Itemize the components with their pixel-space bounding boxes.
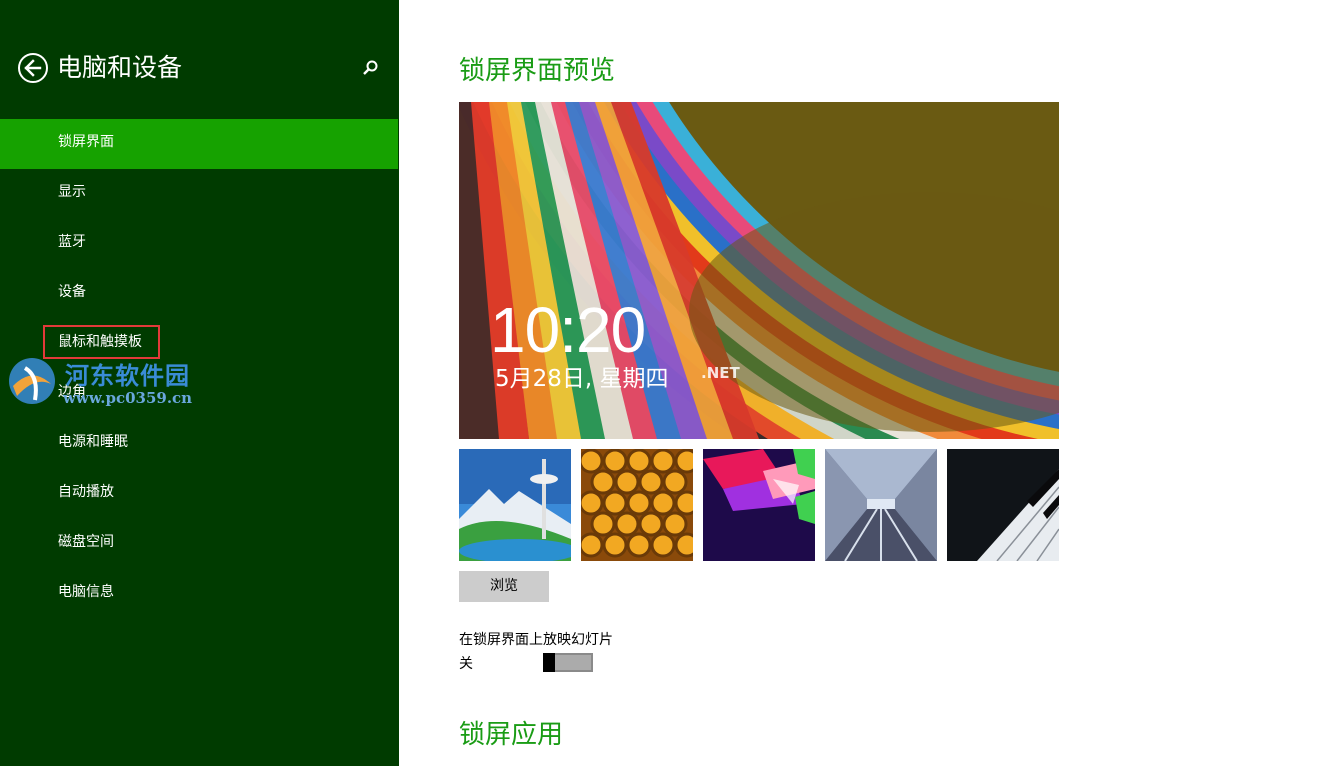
sidebar-item-autoplay[interactable]: 自动播放 <box>0 469 398 519</box>
sidebar-title: 电脑和设备 <box>57 53 183 82</box>
sidebar-item-label: 自动播放 <box>58 484 114 500</box>
lock-screen-apps-title: 锁屏应用 <box>459 720 564 750</box>
sidebar-item-label: 电源和睡眠 <box>58 434 128 450</box>
sidebar-item-label: 设备 <box>58 284 86 300</box>
slideshow-label: 在锁屏界面上放映幻灯片 <box>459 632 613 648</box>
tunnel-thumbnail[interactable] <box>825 449 937 561</box>
sidebar-item-power-sleep[interactable]: 电源和睡眠 <box>0 419 398 469</box>
sidebar-item-bluetooth[interactable]: 蓝牙 <box>0 219 398 269</box>
sidebar-item-label: 边角 <box>58 384 86 400</box>
sidebar-item-disk-space[interactable]: 磁盘空间 <box>0 519 398 569</box>
sidebar-item-label: 蓝牙 <box>58 234 86 250</box>
piano-keys-thumbnail[interactable] <box>947 449 1059 561</box>
back-arrow-icon <box>24 59 42 77</box>
sidebar-nav: 锁屏界面 显示 蓝牙 设备 鼠标和触摸板 边角 电源和睡眠 自动播放 磁盘空间 … <box>0 119 398 619</box>
sidebar-item-lock-screen[interactable]: 锁屏界面 <box>0 119 398 169</box>
sidebar-item-label: 鼠标和触摸板 <box>43 319 160 365</box>
honeycomb-thumbnail[interactable] <box>581 449 693 561</box>
sidebar-item-label: 锁屏界面 <box>58 134 114 150</box>
sidebar-item-pc-info[interactable]: 电脑信息 <box>0 569 398 619</box>
toggle-knob <box>543 653 555 672</box>
browse-button[interactable]: 浏览 <box>459 571 549 602</box>
sidebar-item-label: 显示 <box>58 184 86 200</box>
background-thumbnails <box>459 449 1059 561</box>
slideshow-state-label: 关 <box>459 656 473 672</box>
back-button[interactable] <box>18 53 48 83</box>
space-needle-thumbnail[interactable] <box>459 449 571 561</box>
sidebar-item-label: 电脑信息 <box>58 584 114 600</box>
preview-overlay-text: .NET <box>701 364 740 382</box>
sidebar-item-display[interactable]: 显示 <box>0 169 398 219</box>
sidebar-item-label: 磁盘空间 <box>58 534 114 550</box>
preview-title: 锁屏界面预览 <box>459 56 616 86</box>
sidebar-item-corners[interactable]: 边角 <box>0 369 398 419</box>
main-content: 锁屏界面预览 10:20 5月28日, 星期四 .NET 浏览 在锁屏界面上放映… <box>399 0 1339 766</box>
search-icon[interactable] <box>360 58 380 78</box>
preview-time: 10:20 <box>490 294 646 366</box>
pc-settings-window: 电脑和设备 锁屏界面 显示 蓝牙 设备 鼠标和触摸板 边角 电源和睡眠 自动播放… <box>0 0 1339 766</box>
lock-screen-preview: 10:20 5月28日, 星期四 .NET <box>459 102 1059 439</box>
preview-date: 5月28日, 星期四 <box>495 366 669 392</box>
geometric-shapes-thumbnail[interactable] <box>703 449 815 561</box>
sidebar-item-mouse-touchpad[interactable]: 鼠标和触摸板 <box>0 319 398 369</box>
sidebar: 电脑和设备 锁屏界面 显示 蓝牙 设备 鼠标和触摸板 边角 电源和睡眠 自动播放… <box>0 0 399 766</box>
sidebar-item-devices[interactable]: 设备 <box>0 269 398 319</box>
slideshow-toggle[interactable] <box>543 653 593 672</box>
